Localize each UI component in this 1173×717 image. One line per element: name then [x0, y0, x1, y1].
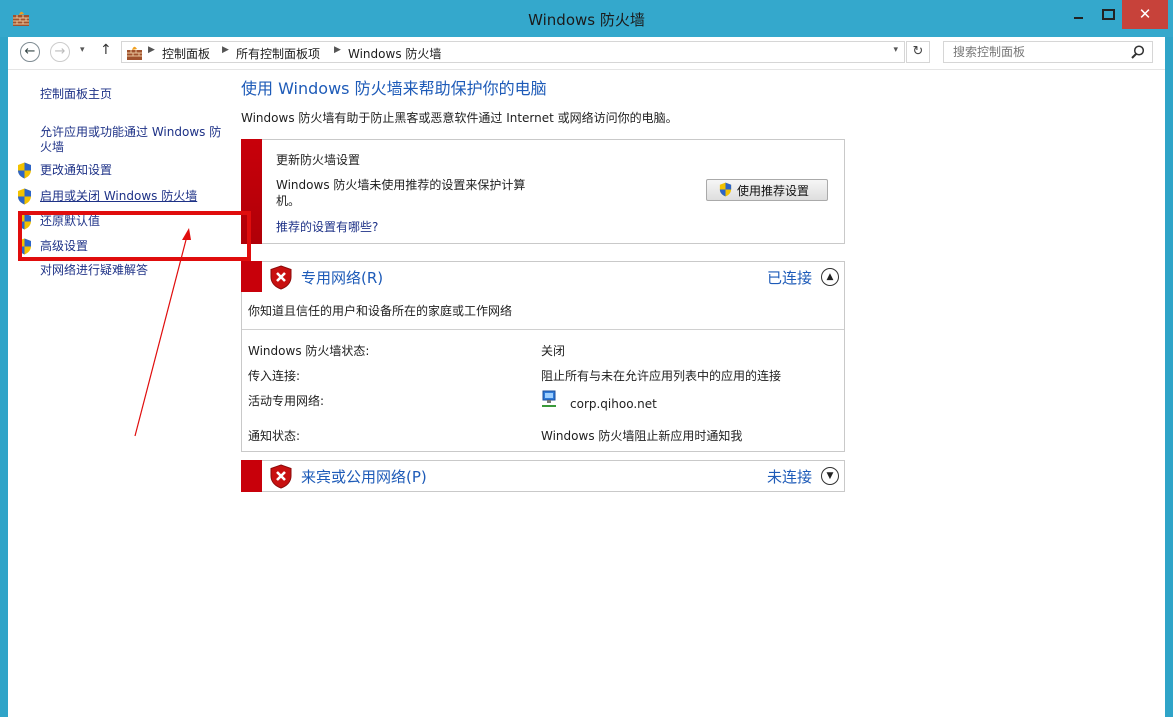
window-title: Windows 防火墙 — [528, 11, 645, 29]
refresh-button[interactable]: ↻ — [906, 41, 930, 63]
divider — [242, 329, 844, 330]
firewall-state-value: 关闭 — [541, 344, 566, 358]
page-title: 使用 Windows 防火墙来帮助保护你的电脑 — [241, 79, 547, 98]
update-settings-panel: 更新防火墙设置 Windows 防火墙未使用推荐的设置来保护计算机。 推荐的设置… — [241, 139, 845, 244]
address-chevron-down-icon[interactable]: ▾ — [893, 45, 898, 55]
close-button[interactable]: ✕ — [1122, 0, 1168, 29]
title-bar[interactable]: Windows 防火墙 ✕ — [0, 0, 1173, 37]
private-network-status: 已连接 — [766, 269, 812, 287]
minimize-button[interactable] — [1062, 0, 1096, 29]
breadcrumb-separator-icon[interactable]: ▶ — [334, 45, 341, 55]
warning-bar — [241, 460, 262, 492]
collapse-chevron-up-icon[interactable]: ▲ — [821, 268, 839, 286]
incoming-connections-label: 传入连接: — [248, 369, 301, 383]
firewall-state-label: Windows 防火墙状态: — [248, 344, 370, 358]
private-network-header[interactable]: 专用网络(R) 已连接 ▲ — [241, 261, 845, 293]
page-description: Windows 防火墙有助于防止黑客或恶意软件通过 Internet 或网络访问… — [241, 111, 678, 125]
use-recommended-settings-button[interactable]: 使用推荐设置 — [706, 179, 828, 201]
firewall-off-shield-icon — [270, 265, 292, 290]
maximize-button[interactable] — [1094, 0, 1122, 29]
public-network-status: 未连接 — [766, 468, 812, 486]
update-panel-text: Windows 防火墙未使用推荐的设置来保护计算机。 — [276, 178, 526, 208]
private-network-title: 专用网络(R) — [301, 269, 384, 287]
firewall-window: ← → ▾ ↑ ▶ 控制面板 ▶ 所有控制面板项 ▶ Windows 防火墙 ▾… — [8, 37, 1165, 717]
search-input[interactable] — [944, 42, 1133, 62]
private-network-description: 你知道且信任的用户和设备所在的家庭或工作网络 — [248, 304, 513, 318]
incoming-connections-value: 阻止所有与未在允许应用列表中的应用的连接 — [541, 369, 782, 383]
breadcrumb-firewall[interactable]: Windows 防火墙 — [348, 45, 441, 62]
notification-state-value: Windows 防火墙阻止新应用时通知我 — [541, 429, 743, 443]
public-network-header[interactable]: 来宾或公用网络(P) 未连接 ▼ — [241, 460, 845, 492]
search-icon[interactable] — [1130, 44, 1146, 60]
update-panel-title: 更新防火墙设置 — [276, 153, 361, 167]
active-network-value: corp.qihoo.net — [570, 397, 657, 411]
breadcrumb-all-items[interactable]: 所有控制面板项 — [236, 45, 320, 62]
notification-state-label: 通知状态: — [248, 429, 301, 443]
firewall-off-shield-icon — [270, 464, 292, 489]
recommended-settings-link[interactable]: 推荐的设置有哪些? — [276, 218, 378, 235]
active-network-label: 活动专用网络: — [248, 394, 325, 408]
uac-shield-icon — [719, 182, 732, 197]
network-icon — [542, 390, 556, 407]
use-recommended-settings-label: 使用推荐设置 — [737, 183, 810, 198]
expand-chevron-down-icon[interactable]: ▼ — [821, 467, 839, 485]
search-box[interactable] — [943, 41, 1153, 63]
private-network-details: 你知道且信任的用户和设备所在的家庭或工作网络 Windows 防火墙状态: 关闭… — [241, 292, 845, 452]
annotation-arrow — [134, 228, 191, 437]
public-network-title: 来宾或公用网络(P) — [301, 468, 427, 486]
